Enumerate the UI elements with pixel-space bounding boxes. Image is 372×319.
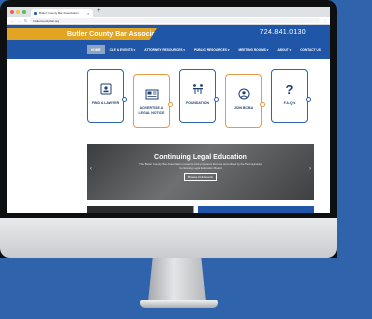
join-bcba-card[interactable]: JOIN BCBA	[225, 74, 265, 128]
connector-dot	[122, 97, 127, 102]
monitor-stand	[148, 258, 206, 302]
hero-text: The Butler County Bar Association presen…	[139, 162, 262, 170]
monitor: Butler County Bar Association × + ← → ↻ …	[0, 0, 337, 258]
foundation-card[interactable]: FOUNDATION	[179, 69, 219, 123]
back-icon[interactable]: ←	[10, 18, 14, 23]
browse-cle-events-button[interactable]: Browse CLE Events	[184, 173, 217, 181]
hero-next-arrow-icon[interactable]: ›	[309, 166, 311, 172]
forward-icon[interactable]: →	[17, 18, 21, 23]
browser-window: Butler County Bar Association × + ← → ↻ …	[7, 7, 330, 213]
advertise-legal-notice-card[interactable]: ADVERTISE A LEGAL NOTICE	[133, 74, 173, 128]
faq-label: F.A.Q's	[283, 101, 296, 105]
url-field[interactable]: butlercountybar.org	[30, 18, 320, 23]
faq-card[interactable]: ? F.A.Q's	[271, 69, 311, 123]
nav-public-resources[interactable]: PUBLIC RESOURCES ▾	[190, 45, 233, 54]
connector-dot	[214, 97, 219, 102]
browser-menu-icon[interactable]: ⋮	[323, 18, 327, 23]
site-title-banner[interactable]: Butler County Bar Association	[7, 28, 157, 40]
question-mark-icon: ?	[285, 81, 294, 97]
foundation-label: FOUNDATION	[185, 101, 210, 105]
nav-cle-events[interactable]: CLE & EVENTS ▾	[106, 45, 140, 54]
maximize-window-button[interactable]	[22, 10, 26, 14]
user-circle-icon	[237, 88, 251, 100]
site-header: Butler County Bar Association 724.841.01…	[7, 25, 330, 59]
advertise-legal-notice-label: ADVERTISE A LEGAL NOTICE	[138, 106, 165, 115]
phone-number[interactable]: 724.841.0130	[260, 29, 306, 36]
monitor-stand-base	[140, 300, 218, 308]
feature-boxes: FIND A LAWYER ADVERTISE A LEGAL NOTICE F…	[87, 69, 311, 128]
nav-attorney-resources[interactable]: ATTORNEY RESOURCES ▾	[140, 45, 189, 54]
site-title: Butler County Bar Association	[67, 30, 169, 38]
new-tab-button[interactable]: +	[97, 8, 101, 14]
reload-icon[interactable]: ↻	[24, 18, 27, 23]
tab-title: Butler County Bar Association	[39, 11, 79, 15]
hero-prev-arrow-icon[interactable]: ‹	[90, 166, 92, 172]
newspaper-icon	[145, 88, 159, 100]
desktop-stage: Butler County Bar Association × + ← → ↻ …	[0, 0, 372, 319]
join-bcba-label: JOIN BCBA	[233, 106, 254, 110]
find-a-lawyer-card[interactable]: FIND A LAWYER	[87, 69, 127, 123]
address-bar: ← → ↻ butlercountybar.org ⋮	[7, 17, 330, 25]
people-table-icon	[191, 83, 205, 95]
monitor-chin	[0, 218, 337, 258]
connector-dot	[168, 102, 173, 107]
minimize-window-button[interactable]	[16, 10, 20, 14]
favicon-icon	[34, 11, 37, 15]
find-a-lawyer-label: FIND A LAWYER	[91, 101, 120, 105]
nav-meeting-rooms[interactable]: MEETING ROOMS ▾	[234, 45, 272, 54]
nav-home[interactable]: HOME	[87, 45, 105, 54]
hero-title: Continuing Legal Education	[154, 154, 247, 161]
content-strip	[87, 206, 314, 213]
main-nav: HOME CLE & EVENTS ▾ ATTORNEY RESOURCES ▾…	[7, 44, 330, 55]
connector-dot	[306, 97, 311, 102]
tab-close-icon[interactable]: ×	[87, 11, 89, 16]
hero-banner: ‹ Continuing Legal Education The Butler …	[87, 144, 314, 200]
id-card-icon	[99, 83, 113, 95]
nav-about[interactable]: ABOUT ▾	[273, 45, 295, 54]
browser-tab[interactable]: Butler County Bar Association ×	[31, 9, 93, 17]
url-text: butlercountybar.org	[33, 18, 60, 23]
tab-strip: Butler County Bar Association × +	[7, 7, 330, 17]
nav-contact-us[interactable]: CONTACT US	[296, 45, 325, 54]
close-window-button[interactable]	[10, 10, 14, 14]
connector-dot	[260, 102, 265, 107]
